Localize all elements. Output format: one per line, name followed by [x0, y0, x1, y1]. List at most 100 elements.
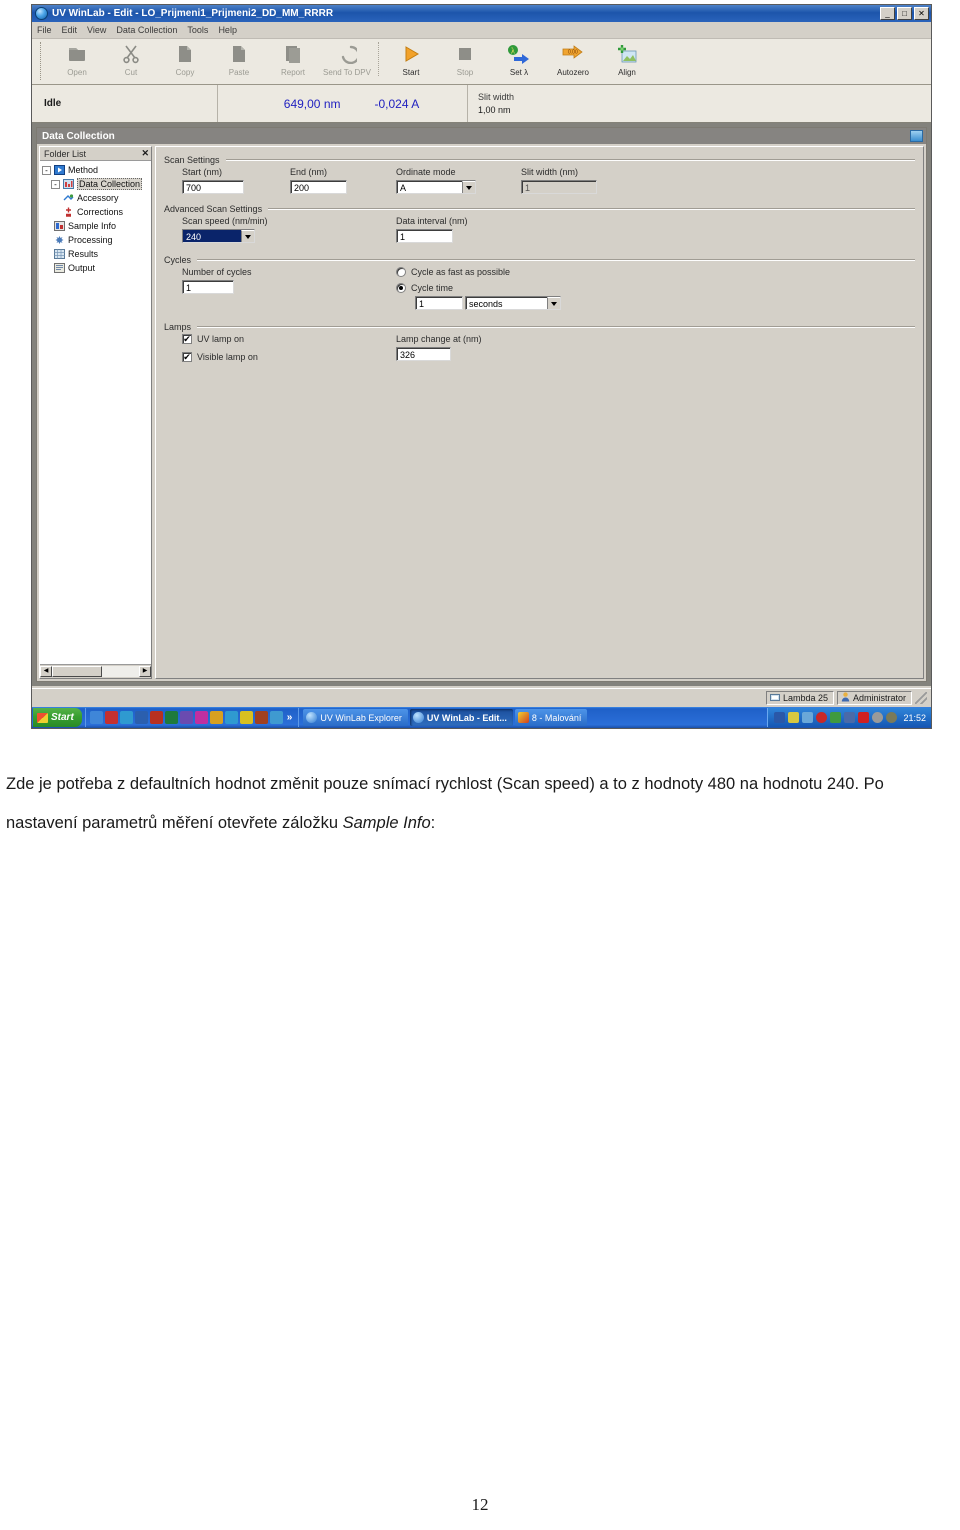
folder-list-close-icon[interactable]: ✕: [141, 148, 149, 159]
shield-icon[interactable]: [788, 712, 800, 723]
lock-icon[interactable]: [802, 712, 814, 723]
tree-label-sample-info: Sample Info: [68, 221, 117, 231]
taskbar-button-uv-winlab-edit[interactable]: UV WinLab - Edit...: [409, 709, 513, 726]
tree-node-sample-info[interactable]: Sample Info: [42, 219, 151, 233]
cycles-row: Number of cycles 1 Cycle as fast as poss…: [164, 267, 915, 310]
uv-lamp-label: UV lamp on: [197, 334, 245, 344]
tree-node-output[interactable]: Output: [42, 261, 151, 275]
toolbar-align-button[interactable]: Align: [600, 42, 654, 77]
resize-grip[interactable]: [915, 692, 927, 704]
toolbar-copy-button[interactable]: Copy: [158, 42, 212, 77]
expander-icon[interactable]: -: [51, 179, 60, 189]
menu-data-collection[interactable]: Data Collection: [116, 25, 184, 35]
toolbar-send-to-dpv-label: Send To DPV: [323, 68, 371, 77]
toolbar-autozero-button[interactable]: 0.00 Autozero: [546, 42, 600, 77]
number-of-cycles-input[interactable]: 1: [182, 280, 234, 294]
chevron-down-icon[interactable]: [547, 297, 560, 309]
menu-view[interactable]: View: [87, 25, 113, 35]
cycle-time-radio-row[interactable]: Cycle time: [396, 283, 616, 293]
tree-label-data-collection: Data Collection: [77, 178, 143, 190]
data-interval-input[interactable]: 1: [396, 229, 453, 243]
expander-icon[interactable]: -: [42, 165, 51, 175]
method-icon: [53, 165, 65, 176]
restore-window-icon[interactable]: [910, 130, 923, 142]
taskbar-button-malovani[interactable]: 8 - Malování: [514, 709, 588, 726]
cycles-title: Cycles: [164, 255, 192, 265]
menu-edit[interactable]: Edit: [62, 25, 85, 35]
cycle-fast-radio[interactable]: [396, 267, 406, 277]
ql-icon-1[interactable]: [89, 711, 103, 724]
uv-lamp-row[interactable]: ✔ UV lamp on: [182, 334, 396, 344]
taskbar-button-uv-winlab-explorer[interactable]: UV WinLab Explorer: [303, 709, 408, 726]
visible-lamp-checkbox[interactable]: ✔: [182, 352, 192, 362]
toolbar-set-lambda-button[interactable]: λ Set λ: [492, 42, 546, 77]
update-icon[interactable]: [830, 712, 842, 723]
scrollbar-track[interactable]: [52, 666, 139, 677]
alert-icon[interactable]: [858, 712, 870, 723]
ordinate-mode-select[interactable]: A: [396, 180, 476, 194]
menu-help[interactable]: Help: [218, 25, 244, 35]
cycle-time-units-select[interactable]: seconds: [465, 296, 561, 310]
network-icon[interactable]: [774, 712, 786, 723]
toolbar-open-label: Open: [67, 68, 87, 77]
toolbar-cut-button[interactable]: Cut: [104, 42, 158, 77]
quick-launch-overflow-icon[interactable]: »: [285, 712, 295, 723]
cycle-time-input[interactable]: 1: [415, 296, 463, 310]
taskbar-buttons: UV WinLab Explorer UV WinLab - Edit... 8…: [299, 709, 767, 726]
tree-node-method[interactable]: - Method: [42, 163, 151, 177]
ql-icon-11[interactable]: [254, 711, 268, 724]
advanced-scan-settings-group: Advanced Scan Settings Scan speed (nm/mi…: [164, 204, 915, 243]
tree-node-accessory[interactable]: Accessory: [42, 191, 151, 205]
ql-icon-excel[interactable]: [164, 711, 178, 724]
tree-node-results[interactable]: Results: [42, 247, 151, 261]
drive-icon[interactable]: [844, 712, 856, 723]
uv-lamp-checkbox[interactable]: ✔: [182, 334, 192, 344]
ql-icon-8[interactable]: [209, 711, 223, 724]
ql-icon-2[interactable]: [104, 711, 118, 724]
folder-list-hscrollbar[interactable]: ◀ ▶: [40, 664, 151, 678]
toolbar-report-button[interactable]: Report: [266, 42, 320, 77]
lamp-change-input[interactable]: 326: [396, 347, 451, 361]
antivirus-icon[interactable]: [816, 712, 828, 723]
chevron-down-icon[interactable]: [241, 230, 254, 242]
ql-icon-7[interactable]: [194, 711, 208, 724]
toolbar-start-button[interactable]: Start: [384, 42, 438, 77]
taskbar-clock[interactable]: 21:52: [903, 713, 926, 723]
end-input[interactable]: 200: [290, 180, 347, 194]
data-collection-window: Data Collection Folder List ✕ - Method -…: [36, 127, 927, 682]
ql-icon-9[interactable]: [224, 711, 238, 724]
toolbar-stop-button[interactable]: Stop: [438, 42, 492, 77]
menu-file[interactable]: File: [37, 25, 59, 35]
scan-speed-select[interactable]: 240: [182, 229, 255, 243]
tree-node-processing[interactable]: Processing: [42, 233, 151, 247]
clock-tray-icon[interactable]: [886, 712, 898, 723]
cycle-time-radio[interactable]: [396, 283, 406, 293]
start-button[interactable]: Start: [33, 708, 82, 727]
toolbar-paste-button[interactable]: Paste: [212, 42, 266, 77]
cycle-fast-radio-row[interactable]: Cycle as fast as possible: [396, 267, 616, 277]
start-input[interactable]: 700: [182, 180, 244, 194]
tree-node-corrections[interactable]: Corrections: [42, 205, 151, 219]
toolbar-send-to-dpv-button[interactable]: Send To DPV: [320, 42, 374, 77]
autozero-icon: 0.00: [561, 42, 585, 66]
ql-icon-save[interactable]: [239, 711, 253, 724]
ql-icon-access[interactable]: [149, 711, 163, 724]
toolbar-open-button[interactable]: Open: [50, 42, 104, 77]
toolbar-grip[interactable]: [40, 42, 44, 80]
ql-icon-12[interactable]: [269, 711, 283, 724]
cycle-time-units-value: seconds: [469, 299, 503, 309]
visible-lamp-row[interactable]: ✔ Visible lamp on: [182, 352, 396, 362]
scroll-right-button[interactable]: ▶: [139, 666, 151, 677]
scroll-left-button[interactable]: ◀: [40, 666, 52, 677]
maximize-button[interactable]: □: [897, 7, 912, 20]
chevron-down-icon[interactable]: [462, 181, 475, 193]
menu-tools[interactable]: Tools: [187, 25, 215, 35]
scrollbar-thumb[interactable]: [52, 666, 103, 677]
sound-icon[interactable]: [872, 712, 884, 723]
ql-icon-6[interactable]: [179, 711, 193, 724]
close-button[interactable]: ✕: [914, 7, 929, 20]
minimize-button[interactable]: _: [880, 7, 895, 20]
tree-node-data-collection[interactable]: - Data Collection: [42, 177, 151, 191]
ql-icon-word[interactable]: [134, 711, 148, 724]
ql-icon-3[interactable]: [119, 711, 133, 724]
